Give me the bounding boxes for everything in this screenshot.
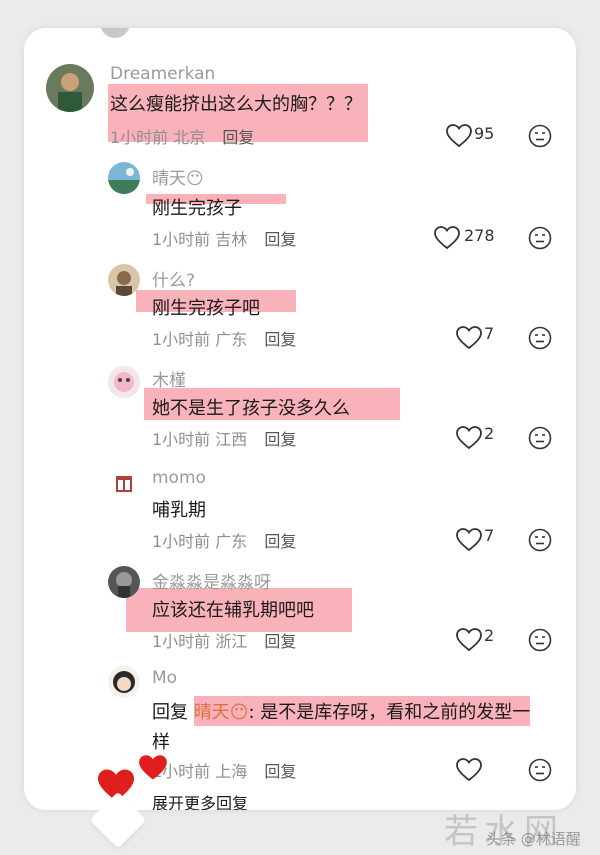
comment-meta: 1小时前 广东 回复 [152,528,296,552]
comment-meta: 1小时前 浙江 回复 [152,628,296,652]
commenter-name[interactable]: momo [152,468,206,488]
comment-text: 刚生完孩子 [152,198,242,219]
comment-text: 这么瘦能挤出这么大的胸？？？ [110,94,362,115]
emoji-reaction-icon[interactable] [528,628,552,652]
commenter-name[interactable]: 木槿 [152,366,186,391]
like-heart-icon[interactable] [446,124,472,148]
emoji-reaction-icon[interactable] [528,758,552,782]
avatar[interactable] [108,566,140,598]
avatar[interactable] [108,162,140,194]
avatar[interactable] [46,64,94,112]
like-heart-icon[interactable] [456,528,482,552]
comment-location: 吉林 [215,230,248,249]
like-count: 7 [484,324,495,343]
avatar[interactable] [108,366,140,398]
commenter-name[interactable]: Mo [152,668,177,688]
comment-location: 北京 [173,128,206,147]
comment-time: 1小时前 [152,632,211,651]
like-count: 95 [474,124,495,143]
emoji-reaction-icon[interactable] [528,124,552,148]
comment-location: 江西 [215,430,248,449]
emoji-reaction-icon[interactable] [528,528,552,552]
commenter-name[interactable]: 什么? [152,266,195,291]
comment-text: 回复 晴天😶: 是不是库存呀，看和之前的发型一 [152,698,530,724]
comment-location: 上海 [215,762,248,781]
like-heart-icon[interactable] [456,628,482,652]
commenter-name[interactable]: Dreamerkan [110,64,215,84]
like-count: 7 [484,526,495,545]
reply-button[interactable]: 回复 [264,330,296,349]
reply-button[interactable]: 回复 [264,632,296,651]
comment-meta: 1小时前 北京 回复 [110,124,254,148]
like-count: 278 [464,226,495,245]
comment-meta: 1小时前 吉林 回复 [152,226,296,250]
comment-meta: 1小时前 广东 回复 [152,326,296,350]
comment-time: 1小时前 [152,532,211,551]
like-heart-icon[interactable] [456,426,482,450]
comment-text: 她不是生了孩子没多久么 [152,398,350,419]
avatar[interactable] [108,264,140,296]
emoji-reaction-icon[interactable] [528,426,552,450]
comment-text: 哺乳期 [152,500,206,521]
comment-meta: 1小时前 上海 回复 [152,758,296,782]
comment-time: 1小时前 [152,430,211,449]
avatar[interactable] [108,666,140,698]
avatar[interactable] [108,466,140,498]
like-heart-icon[interactable] [456,758,482,782]
reply-button[interactable]: 回复 [264,430,296,449]
reply-button[interactable]: 回复 [264,762,296,781]
comment-text: 刚生完孩子吧 [152,298,260,319]
comment-location: 广东 [215,532,248,551]
comment-time: 1小时前 [152,330,211,349]
reply-button[interactable]: 回复 [264,230,296,249]
like-heart-icon[interactable] [434,226,460,250]
like-count: 2 [484,424,495,443]
commenter-name[interactable]: 金淼淼是淼淼呀 [152,568,271,593]
comment-meta: 1小时前 江西 回复 [152,426,296,450]
comment-time: 1小时前 [152,230,211,249]
comment-location: 广东 [215,330,248,349]
watermark-author: 头条 @林语醒 [486,830,581,848]
emoji-reaction-icon[interactable] [528,326,552,350]
comment-text: 应该还在辅乳期吧吧 [152,600,314,621]
comment-location: 浙江 [215,632,248,651]
comment-text-line: 样 [152,732,170,753]
like-count: 2 [484,626,495,645]
comment-card: Dreamerkan 这么瘦能挤出这么大的胸？？？ 1小时前 北京 回复 95 … [24,28,576,810]
comment-text-line: : 是不是库存呀，看和之前的发型一 [248,702,531,723]
reply-button[interactable]: 回复 [222,128,254,147]
heart-sticker-icon [139,755,167,780]
avatar [100,28,130,38]
mention-link[interactable]: 晴天😶 [194,702,249,723]
like-heart-icon[interactable] [456,326,482,350]
reply-button[interactable]: 回复 [264,532,296,551]
commenter-name[interactable]: 晴天😶 [152,164,204,189]
expand-more-link[interactable]: 展开更多回复 [152,790,248,810]
reply-prefix: 回复 [152,702,188,723]
emoji-reaction-icon[interactable] [528,226,552,250]
comment-time: 1小时前 [110,128,169,147]
